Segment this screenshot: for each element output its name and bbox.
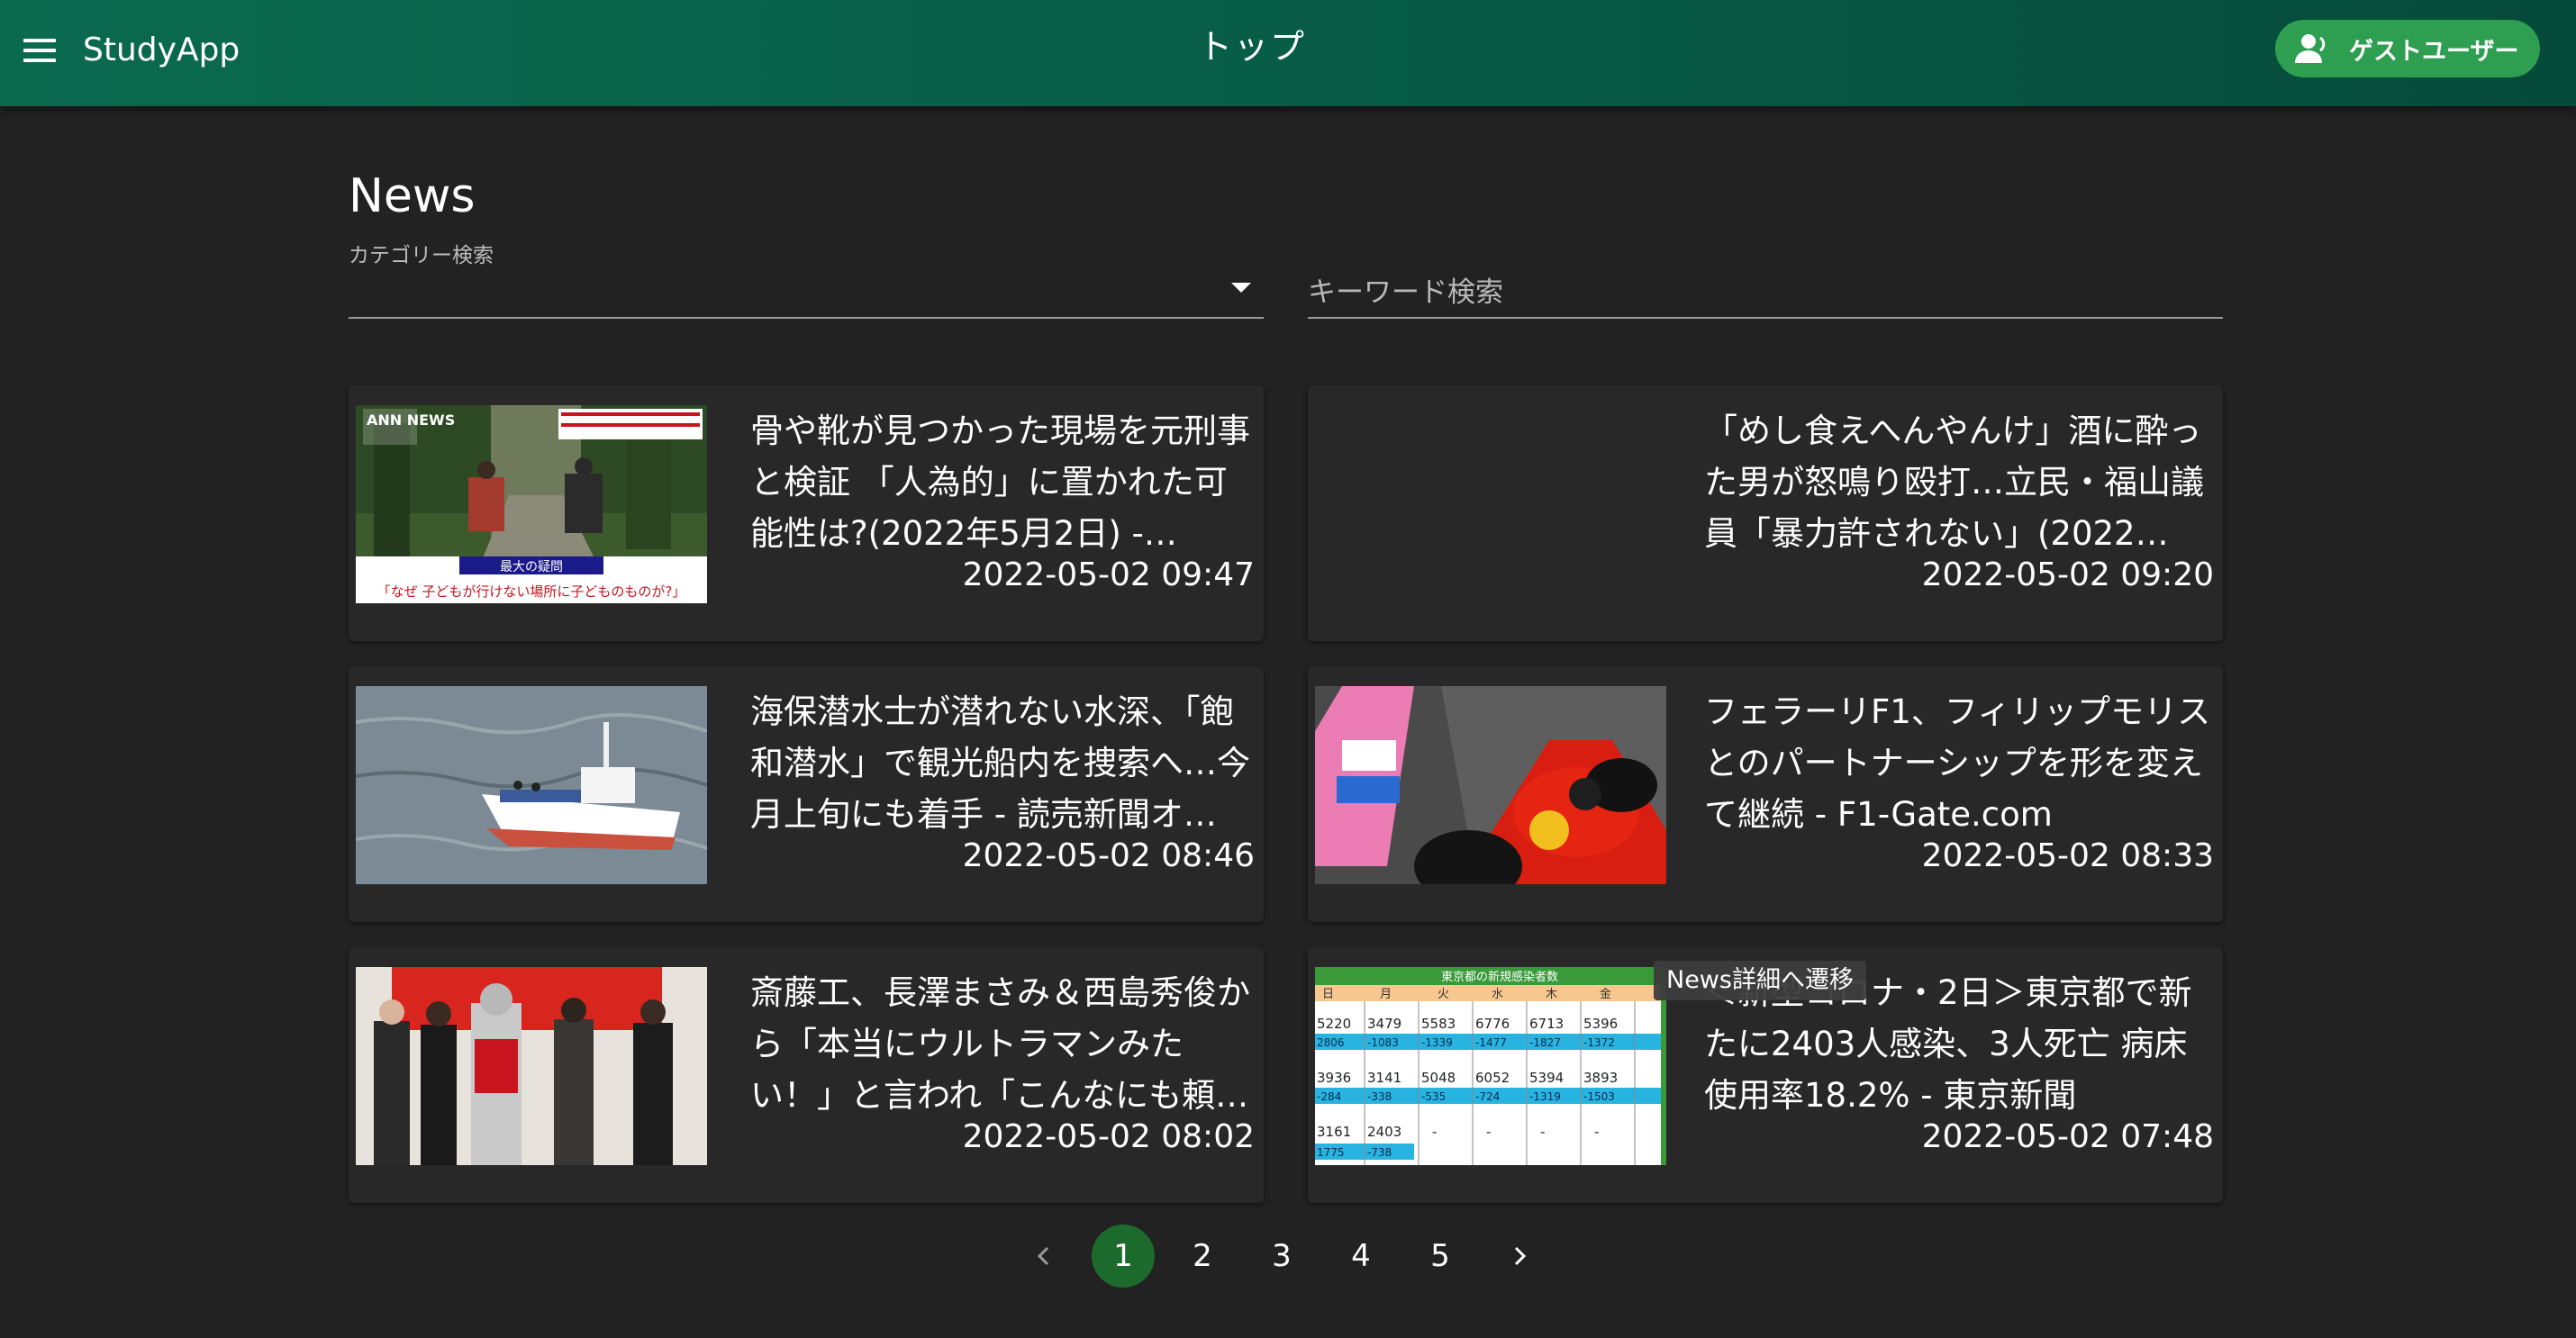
page-3-button[interactable]: 3 bbox=[1250, 1225, 1313, 1288]
news-thumbnail bbox=[1315, 405, 1666, 603]
thumb-day: 日 bbox=[1322, 988, 1334, 1001]
guest-user-label: ゲストユーザー bbox=[2349, 37, 2519, 66]
thumb-day: 金 bbox=[1600, 987, 1611, 1001]
thumb-cell: - bbox=[1486, 1124, 1491, 1140]
page-title: トップ bbox=[1197, 27, 1306, 67]
thumb-cell: -724 bbox=[1475, 1090, 1500, 1103]
thumb-cell: -1827 bbox=[1529, 1036, 1561, 1049]
thumb-cell: 6713 bbox=[1529, 1016, 1564, 1032]
news-card[interactable]: フェラーリF1、フィリップモリスとのパートナーシップを形を変えて継続 - F1-… bbox=[1308, 666, 2223, 922]
news-thumbnail bbox=[1315, 686, 1666, 884]
thumb-cell: 3893 bbox=[1583, 1070, 1618, 1086]
keyword-search-input[interactable] bbox=[1308, 261, 2223, 319]
news-thumbnail: 東京都の新規感染者数 日 月 火 水 木 金 5220 3479 5583 67… bbox=[1315, 967, 1666, 1165]
category-select[interactable] bbox=[349, 261, 1264, 319]
news-title: フェラーリF1、フィリップモリスとのパートナーシップを形を変えて継続 - F1-… bbox=[1704, 692, 2211, 834]
news-date: 2022-05-02 09:47 bbox=[962, 556, 1255, 593]
thumb-cell: 5396 bbox=[1583, 1016, 1618, 1032]
news-title: 海保潜水士が潜れない水深、「飽和潜水」で観光船内を捜索へ…今月上旬にも着手 - … bbox=[750, 692, 1250, 834]
page-1-button[interactable]: 1 bbox=[1092, 1225, 1155, 1288]
news-card[interactable]: 「めし食えへんやんけ」酒に酔った男が怒鳴り殴打…立民・福山議員「暴力許されない」… bbox=[1308, 385, 2223, 641]
app-title[interactable]: StudyApp bbox=[83, 27, 240, 74]
news-title: 「めし食えへんやんけ」酒に酔った男が怒鳴り殴打…立民・福山議員「暴力許されない」… bbox=[1704, 411, 2204, 553]
dropdown-arrow-icon bbox=[1231, 283, 1251, 293]
thumb-day: 月 bbox=[1380, 988, 1392, 1001]
thumb-cell: 2403 bbox=[1367, 1124, 1401, 1140]
menu-icon[interactable] bbox=[16, 27, 63, 74]
thumb-day: 木 bbox=[1546, 988, 1557, 1001]
news-date: 2022-05-02 07:48 bbox=[1921, 1118, 2214, 1155]
thumb-cell: 3936 bbox=[1317, 1070, 1351, 1086]
thumb-cell: -1319 bbox=[1529, 1090, 1561, 1103]
news-title: 骨や靴が見つかった現場を元刑事と検証 「人為的」に置かれた可能性は?(2022年… bbox=[750, 411, 1250, 553]
thumb-cell: - bbox=[1594, 1124, 1599, 1140]
thumb-cell: 6052 bbox=[1475, 1070, 1510, 1086]
news-card[interactable]: 斎藤工、長澤まさみ＆西島秀俊から「本当にウルトラマンみたい！」と言われ「こんなに… bbox=[349, 947, 1264, 1203]
thumb-cell: 2806 bbox=[1317, 1036, 1345, 1049]
news-heading: News bbox=[349, 169, 476, 223]
thumb-banner-text: 最大の疑問 bbox=[500, 560, 563, 574]
thumb-cell: 5394 bbox=[1529, 1070, 1564, 1086]
thumb-cell: -738 bbox=[1367, 1146, 1392, 1159]
thumb-caption-text: 「なぜ 子どもが行けない場所に子どものものが?」 bbox=[377, 583, 686, 600]
thumb-cell: -1477 bbox=[1475, 1036, 1507, 1049]
thumb-cell: 1775 bbox=[1317, 1146, 1345, 1159]
thumb-cell: 5048 bbox=[1421, 1070, 1456, 1086]
news-title: 斎藤工、長澤まさみ＆西島秀俊から「本当にウルトラマンみたい！」と言われ「こんなに… bbox=[750, 973, 1250, 1115]
thumb-cell: -535 bbox=[1421, 1090, 1446, 1103]
thumb-cell: 5220 bbox=[1317, 1016, 1351, 1032]
news-card[interactable]: 海保潜水士が潜れない水深、「飽和潜水」で観光船内を捜索へ…今月上旬にも着手 - … bbox=[349, 666, 1264, 922]
thumb-cell: -284 bbox=[1317, 1090, 1341, 1103]
news-detail-tooltip: News詳細へ遷移 bbox=[1654, 961, 1866, 1000]
pagination: 1 2 3 4 5 bbox=[1012, 1225, 1567, 1288]
thumb-cell: -1372 bbox=[1583, 1036, 1615, 1049]
thumb-cell: 3141 bbox=[1367, 1070, 1401, 1086]
chevron-right-icon bbox=[1514, 1246, 1527, 1266]
thumb-cell: -1503 bbox=[1583, 1090, 1615, 1103]
page-5-button[interactable]: 5 bbox=[1409, 1225, 1472, 1288]
news-thumbnail: 最大の疑問 「なぜ 子どもが行けない場所に子どものものが?」 ANN NEWS bbox=[356, 405, 707, 603]
guest-user-button[interactable]: ゲストユーザー bbox=[2275, 20, 2540, 77]
thumb-logo-text: ANN NEWS bbox=[367, 411, 455, 429]
news-thumbnail bbox=[356, 967, 707, 1165]
chevron-left-icon bbox=[1037, 1246, 1049, 1266]
thumb-cell: - bbox=[1540, 1124, 1545, 1140]
thumb-cell: 3161 bbox=[1317, 1124, 1351, 1140]
news-date: 2022-05-02 08:46 bbox=[962, 837, 1255, 874]
thumb-day: 火 bbox=[1438, 988, 1449, 1001]
thumb-cell: 3479 bbox=[1367, 1016, 1401, 1032]
thumb-cell: -338 bbox=[1367, 1090, 1392, 1103]
thumb-cell: 5583 bbox=[1421, 1016, 1456, 1032]
thumb-cell: -1339 bbox=[1421, 1036, 1453, 1049]
app-bar: StudyApp トップ ゲストユーザー bbox=[0, 0, 2576, 106]
page-4-button[interactable]: 4 bbox=[1329, 1225, 1392, 1288]
thumb-cell: - bbox=[1432, 1124, 1437, 1140]
thumb-cell: 6776 bbox=[1475, 1016, 1510, 1032]
thumb-day: 水 bbox=[1492, 988, 1503, 1001]
news-card[interactable]: 最大の疑問 「なぜ 子どもが行けない場所に子どものものが?」 ANN NEWS … bbox=[349, 385, 1264, 641]
thumb-cell: -1083 bbox=[1367, 1036, 1399, 1049]
person-icon bbox=[2295, 34, 2326, 63]
prev-page-button[interactable] bbox=[1012, 1225, 1075, 1288]
news-date: 2022-05-02 09:20 bbox=[1921, 556, 2214, 593]
next-page-button[interactable] bbox=[1488, 1225, 1551, 1288]
news-date: 2022-05-02 08:33 bbox=[1921, 837, 2214, 874]
news-thumbnail bbox=[356, 686, 707, 884]
news-date: 2022-05-02 08:02 bbox=[962, 1118, 1255, 1155]
thumb-chart-title: 東京都の新規感染者数 bbox=[1441, 970, 1558, 984]
page-2-button[interactable]: 2 bbox=[1171, 1225, 1234, 1288]
